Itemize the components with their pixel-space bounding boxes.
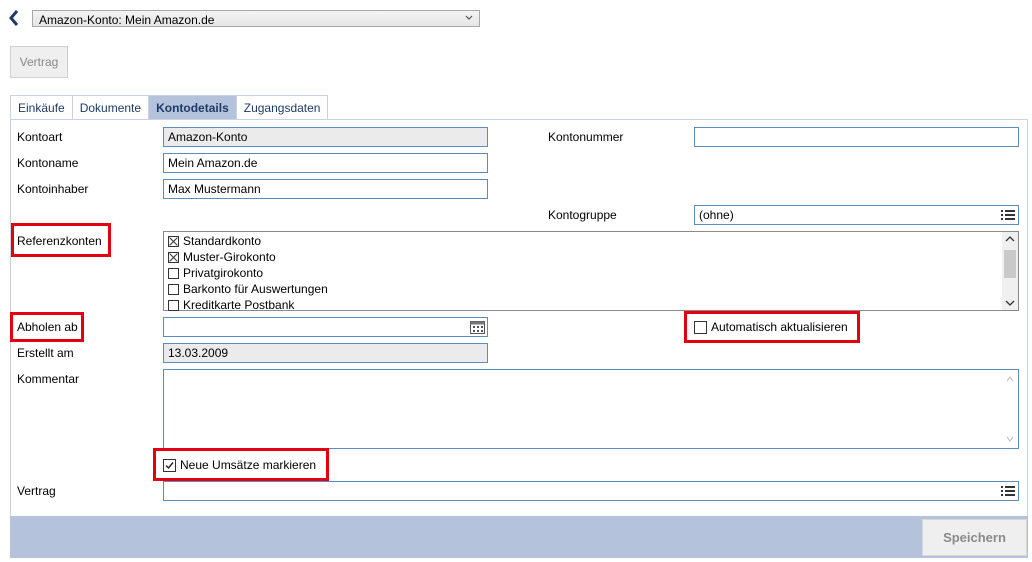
referenzkonten-listbox[interactable]: Standardkonto Muster-Girokonto Privatgir… bbox=[163, 231, 1019, 313]
list-item-label: Barkonto für Auswertungen bbox=[183, 282, 328, 296]
account-select[interactable]: Amazon-Konto: Mein Amazon.de bbox=[32, 10, 480, 27]
footer-bar bbox=[10, 516, 1028, 558]
kommentar-label: Kommentar bbox=[17, 372, 80, 386]
save-button[interactable]: Speichern bbox=[922, 519, 1027, 556]
erstellt-am-label: Erstellt am bbox=[17, 346, 74, 360]
neue-umsaetze-checkbox[interactable] bbox=[163, 458, 176, 472]
calendar-icon[interactable] bbox=[470, 320, 485, 334]
abholen-ab-label: Abholen ab bbox=[17, 320, 78, 334]
auto-update-checkbox-row[interactable]: Automatisch aktualisieren bbox=[694, 320, 848, 334]
list-item-label: Muster-Girokonto bbox=[183, 250, 276, 264]
scrollbar-thumb[interactable] bbox=[1004, 250, 1016, 278]
list-item[interactable]: Kreditkarte Postbank bbox=[168, 297, 294, 313]
list-item[interactable]: Muster-Girokonto bbox=[168, 249, 276, 265]
kontogruppe-label: Kontogruppe bbox=[548, 208, 617, 222]
tab-dokumente[interactable]: Dokumente bbox=[71, 95, 150, 119]
chevron-down-icon bbox=[465, 15, 473, 20]
vertrag-button[interactable]: Vertrag bbox=[10, 46, 68, 78]
auto-update-label: Automatisch aktualisieren bbox=[711, 320, 848, 334]
kontoname-field[interactable]: Mein Amazon.de bbox=[163, 153, 488, 173]
tab-einkaeufe[interactable]: Einkäufe bbox=[10, 95, 73, 119]
checkbox[interactable] bbox=[168, 299, 179, 311]
kontogruppe-value: (ohne) bbox=[699, 208, 734, 222]
chevron-up-icon[interactable] bbox=[1006, 376, 1014, 382]
list-item[interactable]: Privatgirokonto bbox=[168, 265, 263, 281]
kontogruppe-field[interactable]: (ohne) bbox=[694, 205, 1019, 225]
referenzkonten-label: Referenzkonten bbox=[17, 234, 102, 248]
checkmark-icon bbox=[165, 461, 174, 469]
tab-zugangsdaten[interactable]: Zugangsdaten bbox=[235, 95, 329, 119]
account-select-value: Amazon-Konto: Mein Amazon.de bbox=[39, 13, 215, 27]
auto-update-checkbox[interactable] bbox=[694, 320, 707, 334]
tab-kontodetails[interactable]: Kontodetails bbox=[148, 95, 237, 119]
chevron-up-icon[interactable] bbox=[1005, 235, 1015, 243]
kontoname-label: Kontoname bbox=[17, 156, 79, 170]
list-item[interactable]: Barkonto für Auswertungen bbox=[168, 281, 328, 297]
vertrag-label: Vertrag bbox=[17, 484, 56, 498]
abholen-ab-field[interactable] bbox=[163, 317, 488, 337]
kontoart-field[interactable]: Amazon-Konto bbox=[163, 127, 488, 147]
checkbox[interactable] bbox=[168, 283, 179, 295]
checkbox[interactable] bbox=[168, 235, 179, 247]
list-icon[interactable] bbox=[1000, 208, 1016, 222]
list-item-label: Privatgirokonto bbox=[183, 266, 264, 280]
kontonummer-field[interactable] bbox=[694, 127, 1019, 147]
checkbox[interactable] bbox=[168, 267, 179, 279]
list-item-label: Kreditkarte Postbank bbox=[183, 298, 295, 312]
kontoinhaber-field[interactable]: Max Mustermann bbox=[163, 179, 488, 199]
back-button[interactable] bbox=[6, 8, 24, 28]
neue-umsaetze-checkbox-row[interactable]: Neue Umsätze markieren bbox=[163, 458, 316, 472]
list-icon[interactable] bbox=[1000, 484, 1016, 498]
kommentar-textarea[interactable] bbox=[163, 369, 1019, 449]
listbox-scrollbar[interactable] bbox=[1002, 232, 1018, 310]
list-item-label: Standardkonto bbox=[183, 234, 262, 248]
kontonummer-label: Kontonummer bbox=[548, 130, 624, 144]
kontoinhaber-label: Kontoinhaber bbox=[17, 182, 89, 196]
chevron-left-icon bbox=[9, 10, 19, 26]
vertrag-field[interactable] bbox=[163, 481, 1019, 501]
tab-bar: Einkäufe Dokumente Kontodetails Zugangsd… bbox=[10, 95, 329, 120]
kontoart-label: Kontoart bbox=[17, 130, 63, 144]
list-item[interactable]: Standardkonto bbox=[168, 233, 261, 249]
neue-umsaetze-label: Neue Umsätze markieren bbox=[180, 458, 317, 472]
chevron-down-icon[interactable] bbox=[1005, 299, 1015, 307]
checkbox[interactable] bbox=[168, 251, 179, 263]
erstellt-am-field: 13.03.2009 bbox=[163, 343, 488, 363]
chevron-down-icon[interactable] bbox=[1006, 436, 1014, 442]
